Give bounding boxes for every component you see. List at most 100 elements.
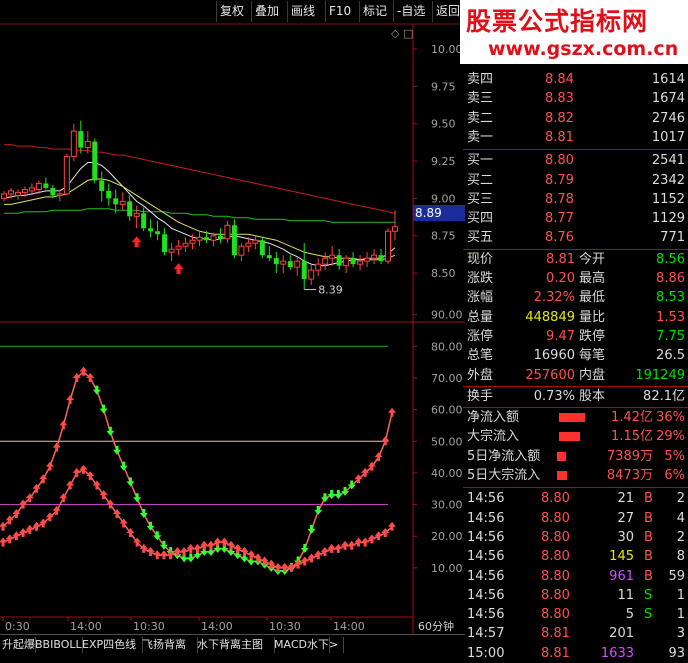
indicator-tab[interactable]: 水下背离主图 — [195, 637, 275, 653]
candle-body — [35, 182, 42, 190]
tick-time: 14:56 — [467, 568, 505, 584]
candle — [155, 220, 161, 241]
indicator-tab[interactable]: MACD水下 — [272, 637, 330, 653]
indicator-tick-label: 90.00 — [431, 309, 463, 322]
tick-price: 8.80 — [541, 510, 570, 526]
stat-label: 总笔 — [467, 348, 494, 364]
candle — [266, 246, 272, 262]
tick-time: 14:56 — [467, 491, 505, 507]
stat-value: 26.5 — [656, 348, 685, 364]
tick-volume: 11 — [617, 587, 634, 603]
stat-label: 跌停 — [579, 328, 606, 344]
flow-bar — [557, 471, 568, 480]
tick-row: 14:57 8.81 201 3 — [463, 624, 688, 643]
bid-row: 买三 8.78 1152 — [463, 190, 688, 209]
candle — [364, 252, 371, 268]
up-arrow-icon — [25, 524, 34, 534]
candle-body — [43, 183, 49, 188]
stat-label: 总量 — [467, 309, 494, 325]
flow-bar — [557, 451, 566, 461]
candle — [78, 120, 84, 154]
stat-label: 涨停 — [467, 328, 494, 344]
down-arrow-icon — [106, 426, 115, 436]
up-arrow-icon — [206, 540, 215, 550]
ma-line-1 — [4, 144, 396, 214]
stat-value: 2.32% — [533, 290, 575, 306]
ask-price: 8.83 — [545, 91, 574, 107]
watermark-banner: 股票公式指标网 www.gszx.com.cn — [460, 0, 688, 64]
candle-body — [119, 200, 126, 205]
candle — [133, 205, 140, 229]
down-arrow-icon — [320, 493, 329, 503]
ask-label: 卖二 — [467, 110, 494, 126]
flow-pct: 29% — [656, 429, 685, 445]
bid-label: 买三 — [467, 191, 494, 207]
time-tick-label: 10:30 — [269, 620, 301, 633]
candle-body — [301, 261, 307, 280]
bid-label: 买五 — [467, 230, 494, 246]
candle — [259, 237, 265, 259]
candle — [273, 252, 279, 274]
candle — [63, 153, 70, 196]
candle-body — [259, 240, 265, 256]
up-arrow-icon — [388, 407, 396, 417]
tick-price: 8.81 — [541, 626, 570, 642]
candle-body — [141, 213, 147, 229]
tick-row: 14:56 8.80 145 B 8 — [463, 547, 688, 566]
up-arrow-icon — [367, 534, 376, 544]
up-arrow-icon — [72, 467, 81, 477]
candle-body — [217, 235, 223, 239]
pane-control-icons[interactable]: ◇ □ — [391, 27, 413, 40]
indicator-tab[interactable]: > — [327, 637, 344, 653]
down-arrow-icon — [314, 505, 323, 515]
indicator-tab[interactable]: 飞扬背离 — [140, 637, 198, 653]
candle — [294, 258, 301, 277]
time-tick-label: 10:30 — [133, 620, 165, 633]
period-selector[interactable]: 60分钟 — [418, 619, 454, 633]
candle-body — [99, 180, 105, 191]
ask-volume: 2746 — [651, 110, 685, 126]
flow-bar — [559, 413, 585, 423]
tick-row: 14:56 8.80 27 B 4 — [463, 509, 688, 528]
bid-volume: 2342 — [651, 172, 685, 188]
panel-divider — [463, 487, 688, 489]
indicator-tab[interactable]: EXP四色线 — [80, 637, 143, 653]
candle-body — [329, 254, 336, 259]
price-tick-label: 10.00 — [431, 43, 463, 56]
tick-volume: 1633 — [600, 645, 634, 661]
bid-price: 8.79 — [545, 172, 574, 188]
stat-value: 8.86 — [656, 271, 685, 286]
stats-row: 现价 8.81 今开 8.56 — [463, 250, 688, 269]
candle-body — [78, 131, 84, 148]
ma-line-4 — [4, 178, 396, 261]
bid-row: 买二 8.79 2342 — [463, 171, 688, 190]
time-tick-label: 14:00 — [70, 620, 102, 633]
stat-value: 8.81 — [546, 251, 575, 267]
up-arrow-icon — [341, 540, 350, 550]
watermark-url: www.gszx.com.cn — [488, 38, 679, 60]
up-arrow-icon — [374, 452, 383, 462]
flow-value: 8473万 — [606, 468, 653, 483]
chart-area[interactable]: ◇ □ 10.00 9.75 9.50 9.25 9.00 8.75 8.50 8.39 90.0… — [0, 0, 465, 634]
up-arrow-icon — [247, 550, 256, 560]
tick-volume: 21 — [617, 491, 634, 507]
ask-price: 8.84 — [545, 72, 574, 87]
candle-body — [70, 130, 77, 158]
candle-body — [224, 224, 231, 240]
indicator-tab[interactable]: 升起爆 — [0, 637, 36, 653]
time-tick-label: 0:30 — [5, 620, 30, 633]
candle — [322, 252, 329, 271]
candle-body — [280, 260, 287, 265]
indicator-tab[interactable]: BBIBOLL — [33, 637, 83, 653]
candle-body — [287, 261, 293, 268]
tick-volume: 961 — [609, 568, 634, 584]
stat-label: 内盘 — [579, 367, 606, 383]
bid-label: 买四 — [467, 211, 494, 227]
candle — [99, 171, 105, 202]
stats-row: 总量 448849 量比 1.53 — [463, 308, 688, 327]
stat-label: 今开 — [579, 251, 606, 267]
panel-divider — [463, 149, 688, 151]
candle — [106, 183, 112, 206]
candle — [210, 232, 217, 247]
stat-label: 现价 — [467, 251, 494, 267]
